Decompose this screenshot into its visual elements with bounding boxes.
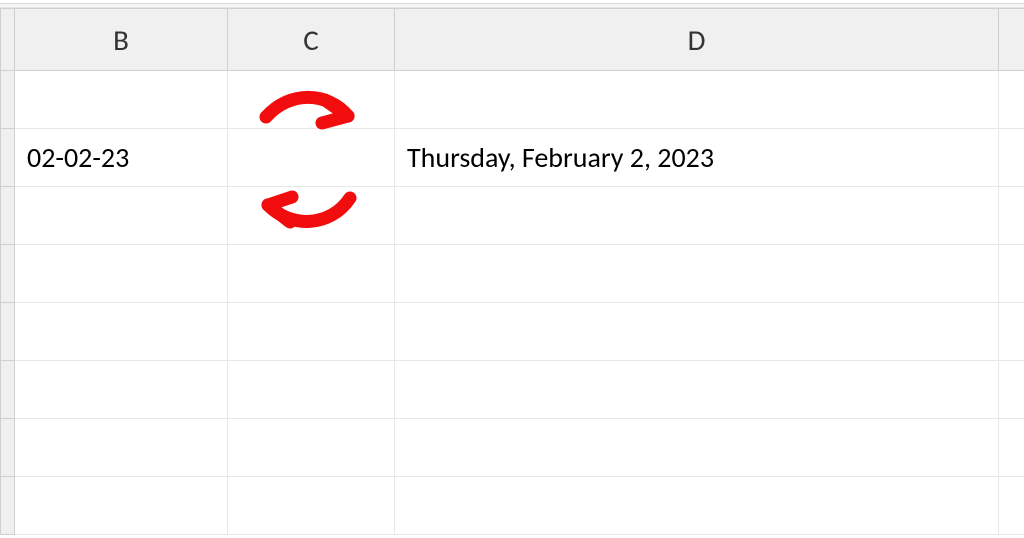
cell-C7[interactable] xyxy=(228,419,395,477)
column-header-row: B C D xyxy=(1,9,1024,71)
cell-C2[interactable] xyxy=(228,129,395,187)
cell-B5[interactable] xyxy=(15,303,228,361)
cell-D1[interactable] xyxy=(395,71,999,129)
cell-B7[interactable] xyxy=(15,419,228,477)
cell-D8[interactable] xyxy=(395,477,999,535)
cell-E6[interactable] xyxy=(999,361,1024,419)
cell-E3[interactable] xyxy=(999,187,1024,245)
row-5 xyxy=(1,303,1024,361)
cell-D3[interactable] xyxy=(395,187,999,245)
spreadsheet-grid[interactable]: B C D 02-02-23 Thursday, February 2, 202… xyxy=(0,8,1024,535)
column-header-C[interactable]: C xyxy=(228,9,395,71)
cell-D2[interactable]: Thursday, February 2, 2023 xyxy=(395,129,999,187)
column-header-D[interactable]: D xyxy=(395,9,999,71)
window-top-edge xyxy=(0,0,1024,8)
cell-C6[interactable] xyxy=(228,361,395,419)
cell-C8[interactable] xyxy=(228,477,395,535)
cell-C5[interactable] xyxy=(228,303,395,361)
row-3 xyxy=(1,187,1024,245)
row-8 xyxy=(1,477,1024,535)
row-header-5[interactable] xyxy=(1,303,15,361)
cell-C3[interactable] xyxy=(228,187,395,245)
cell-E5[interactable] xyxy=(999,303,1024,361)
cell-B3[interactable] xyxy=(15,187,228,245)
row-header-3[interactable] xyxy=(1,187,15,245)
row-header-7[interactable] xyxy=(1,419,15,477)
cell-C4[interactable] xyxy=(228,245,395,303)
cell-E2[interactable] xyxy=(999,129,1024,187)
cell-E7[interactable] xyxy=(999,419,1024,477)
cell-B2[interactable]: 02-02-23 xyxy=(15,129,228,187)
row-header-1[interactable] xyxy=(1,71,15,129)
row-header-2[interactable] xyxy=(1,129,15,187)
row-4 xyxy=(1,245,1024,303)
column-header-B[interactable]: B xyxy=(15,9,228,71)
cell-D5[interactable] xyxy=(395,303,999,361)
row-header-6[interactable] xyxy=(1,361,15,419)
cell-D6[interactable] xyxy=(395,361,999,419)
cell-E4[interactable] xyxy=(999,245,1024,303)
cell-B8[interactable] xyxy=(15,477,228,535)
cell-D4[interactable] xyxy=(395,245,999,303)
cell-B6[interactable] xyxy=(15,361,228,419)
row-header-4[interactable] xyxy=(1,245,15,303)
cell-C1[interactable] xyxy=(228,71,395,129)
row-1 xyxy=(1,71,1024,129)
row-2: 02-02-23 Thursday, February 2, 2023 xyxy=(1,129,1024,187)
column-header-next[interactable] xyxy=(999,9,1024,71)
row-6 xyxy=(1,361,1024,419)
row-header-8[interactable] xyxy=(1,477,15,535)
cell-B1[interactable] xyxy=(15,71,228,129)
cell-D7[interactable] xyxy=(395,419,999,477)
cell-E1[interactable] xyxy=(999,71,1024,129)
corner-cell[interactable] xyxy=(1,9,15,71)
cell-E8[interactable] xyxy=(999,477,1024,535)
row-7 xyxy=(1,419,1024,477)
cell-B4[interactable] xyxy=(15,245,228,303)
